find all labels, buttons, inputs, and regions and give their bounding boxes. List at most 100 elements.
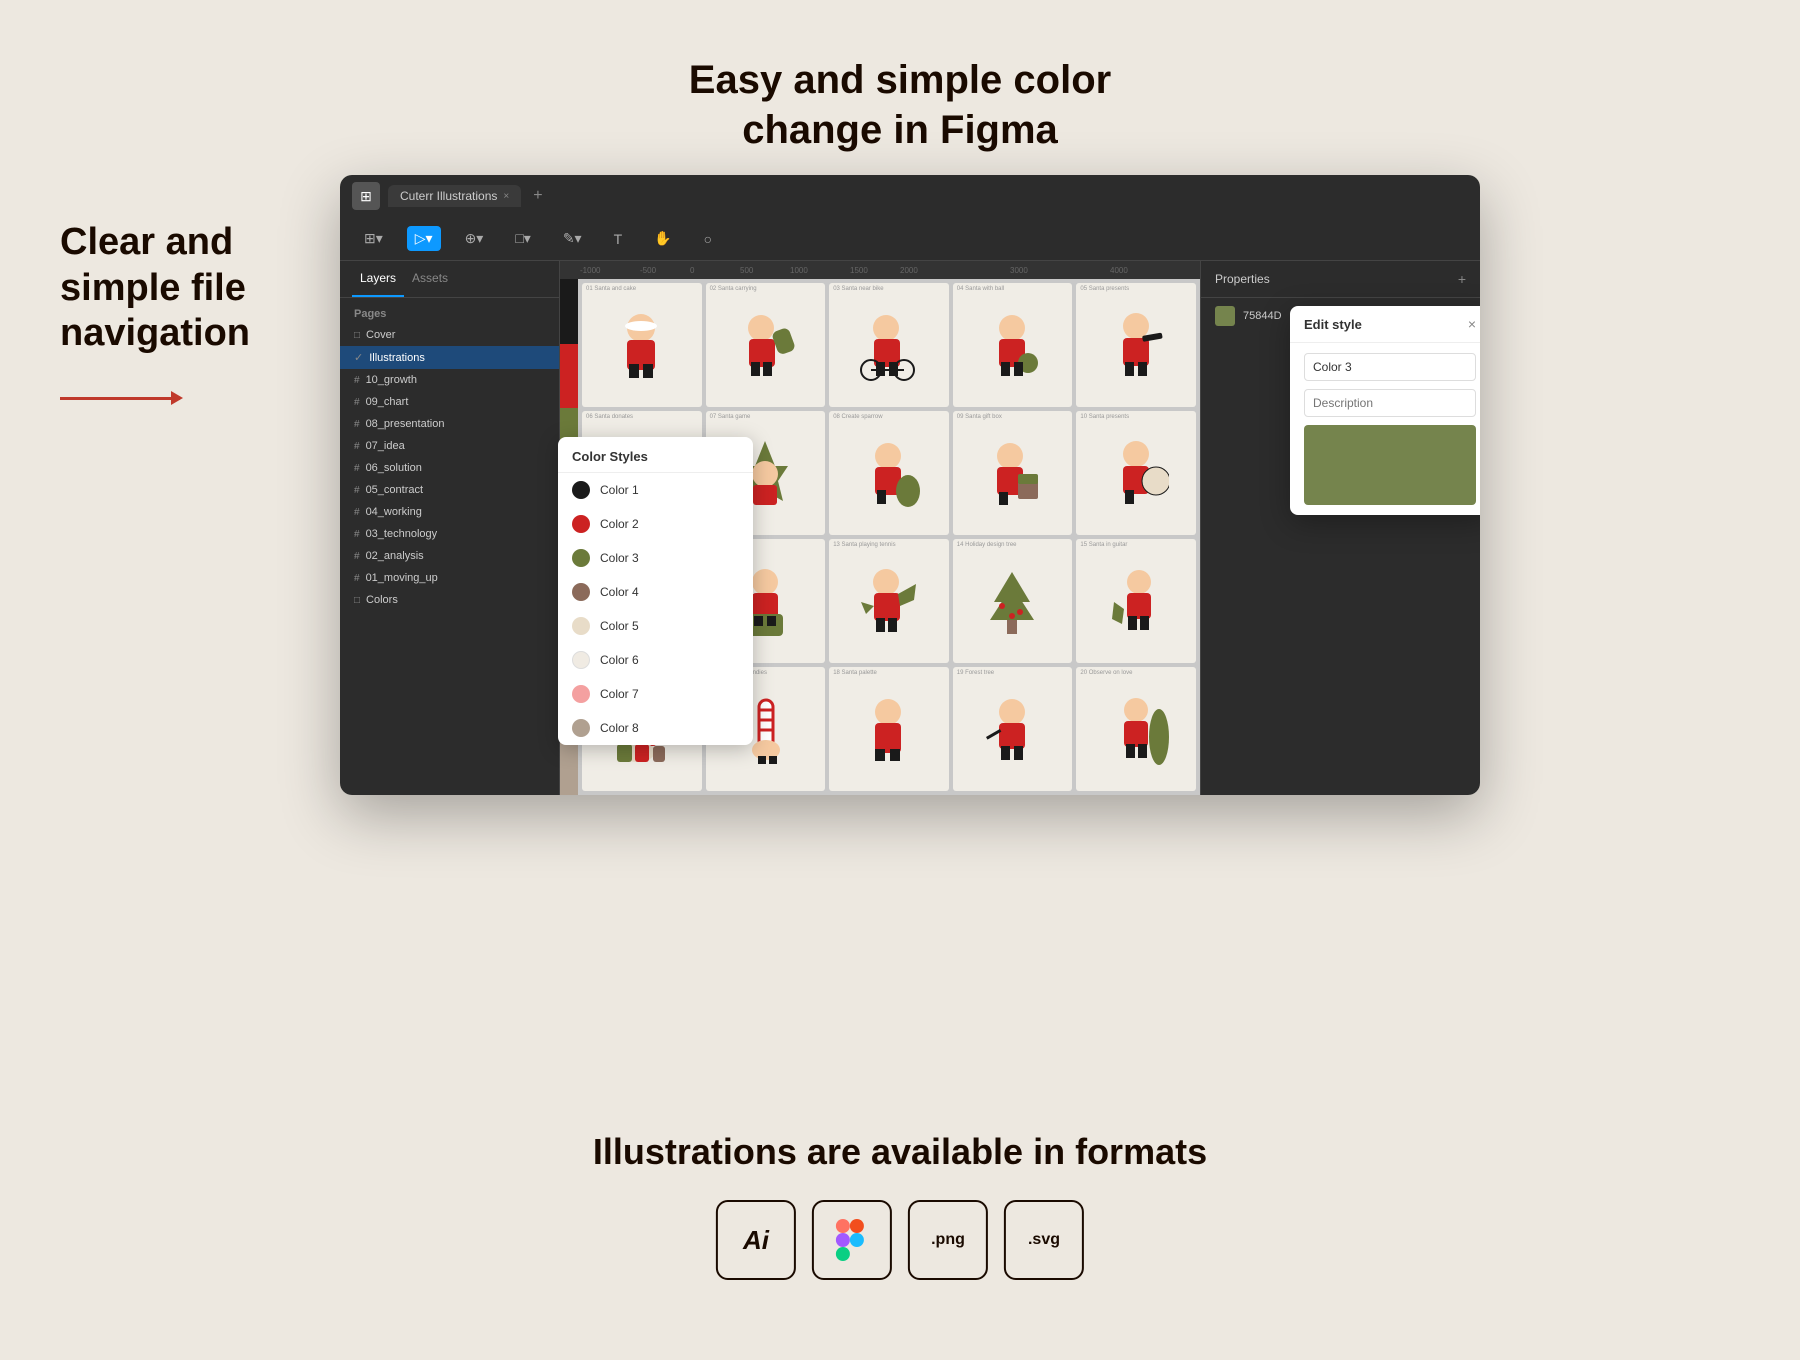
tab-layers[interactable]: Layers [352,261,404,297]
illus-svg-3 [856,308,921,383]
layer-06solution[interactable]: # 06_solution [340,457,559,479]
tool-frame[interactable]: ⊕▾ [457,226,492,251]
properties-panel: Properties + 75844D 100% 👁 − Edit style … [1200,261,1480,795]
illus-cell-14: 14 Holiday design tree [953,539,1073,663]
ruler-n1: -1000 [580,266,600,275]
color-style-2[interactable]: Color 2 [558,507,753,541]
home-icon[interactable]: ⊞ [352,182,380,210]
layer-colors[interactable]: □ Colors [340,589,559,611]
layer-08presentation-label: 08_presentation [366,418,445,430]
illus-svg-4 [980,308,1045,383]
illus-svg-13 [856,564,921,639]
illus-svg-15 [1104,564,1169,639]
png-label: .png [931,1231,965,1249]
illus-cell-10: 10 Santa presents [1076,411,1196,535]
tool-text[interactable]: T [606,227,631,251]
tool-shape[interactable]: □▾ [507,226,538,251]
illus-cell-8: 08 Create sparrow [829,411,949,535]
tool-pen[interactable]: ✎▾ [555,226,590,251]
color-style-7[interactable]: Color 7 [558,677,753,711]
props-header: Properties + [1201,261,1480,298]
layer-10growth[interactable]: # 10_growth [340,369,559,391]
svg-label: .svg [1028,1231,1060,1249]
props-icons: + [1458,271,1466,287]
ai-label: Ai [743,1225,769,1256]
layer-illustrations[interactable]: ✓ Illustrations [340,346,559,369]
layer-02analysis[interactable]: # 02_analysis [340,545,559,567]
layer-07idea[interactable]: # 07_idea [340,435,559,457]
color-style-8[interactable]: Color 8 [558,711,753,745]
illus-label-4: 04 Santa with ball [957,286,1004,292]
color-style-4[interactable]: Color 4 [558,575,753,609]
props-title: Properties [1215,272,1270,286]
frame-icon: # [354,375,360,386]
color-preview [1304,425,1476,505]
frame-icon: # [354,441,360,452]
modal-title: Edit style [1304,317,1362,332]
ruler: -1000 -500 0 500 1000 1500 2000 3000 400… [560,261,1200,279]
tab-close-icon[interactable]: × [503,191,509,202]
toolbar: ⊞▾ ▷▾ ⊕▾ □▾ ✎▾ T ✋ ○ [340,217,1480,261]
frame-icon: # [354,529,360,540]
illus-cell-3: 03 Santa near bike [829,283,949,407]
layer-cover[interactable]: □ Cover [340,324,559,346]
color-name-field [1304,353,1476,381]
color-style-label-2: Color 2 [600,517,639,531]
color-style-label-1: Color 1 [600,483,639,497]
pages-section-title: Pages [340,298,559,324]
tool-hand[interactable]: ✋ [646,226,679,251]
file-tab[interactable]: Cuterr Illustrations × [388,185,521,207]
layer-03technology-label: 03_technology [366,528,438,540]
layer-03technology[interactable]: # 03_technology [340,523,559,545]
format-png: .png [908,1200,988,1280]
tool-comment[interactable]: ○ [696,227,720,251]
ruler-n7: 2000 [900,266,918,275]
format-ai: Ai [716,1200,796,1280]
illus-label-8: 08 Create sparrow [833,414,882,420]
format-svg: .svg [1004,1200,1084,1280]
color-style-label-3: Color 3 [600,551,639,565]
props-add-icon[interactable]: + [1458,271,1466,287]
add-tab-icon[interactable]: + [533,187,542,205]
arrow-decoration [60,397,180,400]
color-style-6[interactable]: Color 6 [558,643,753,677]
tool-grid[interactable]: ⊞▾ [356,226,391,251]
color-dot-5 [572,617,590,635]
color-style-label-5: Color 5 [600,619,639,633]
color-name-input[interactable] [1304,353,1476,381]
title-bar: ⊞ Cuterr Illustrations × + [340,175,1480,217]
color-style-3[interactable]: Color 3 [558,541,753,575]
ruler-n8: 3000 [1010,266,1028,275]
layer-05contract[interactable]: # 05_contract [340,479,559,501]
strip-color2 [560,344,578,409]
layer-01movingup-label: 01_moving_up [366,572,438,584]
illus-svg-2 [733,308,798,383]
color-style-label-7: Color 7 [600,687,639,701]
tab-assets[interactable]: Assets [404,261,456,297]
fill-color-swatch[interactable] [1215,306,1235,326]
left-title: Clear and simple file navigation [60,220,320,357]
figma-icon [834,1217,870,1263]
layer-cover-label: Cover [366,329,395,341]
color-styles-dropdown: Color Styles Color 1 Color 2 Color 3 Col… [558,437,753,745]
illus-label-15: 15 Santa in guitar [1080,542,1127,548]
layer-09chart[interactable]: # 09_chart [340,391,559,413]
description-field [1304,389,1476,417]
tool-select[interactable]: ▷▾ [407,226,441,251]
bottom-title: Illustrations are available in formats [593,1129,1207,1176]
description-input[interactable] [1304,389,1476,417]
layer-02analysis-label: 02_analysis [366,550,424,562]
color-dot-6 [572,651,590,669]
color-dot-2 [572,515,590,533]
modal-close-icon[interactable]: × [1468,316,1476,332]
layer-04working[interactable]: # 04_working [340,501,559,523]
layer-01movingup[interactable]: # 01_moving_up [340,567,559,589]
illus-cell-1: 01 Santa and cake [582,283,702,407]
illus-label-10: 10 Santa presents [1080,414,1129,420]
color-style-5[interactable]: Color 5 [558,609,753,643]
layer-08presentation[interactable]: # 08_presentation [340,413,559,435]
illus-cell-18: 18 Santa palette [829,667,949,791]
left-section: Clear and simple file navigation [60,220,320,400]
color-style-1[interactable]: Color 1 [558,473,753,507]
layer-illustrations-label: Illustrations [369,352,425,364]
